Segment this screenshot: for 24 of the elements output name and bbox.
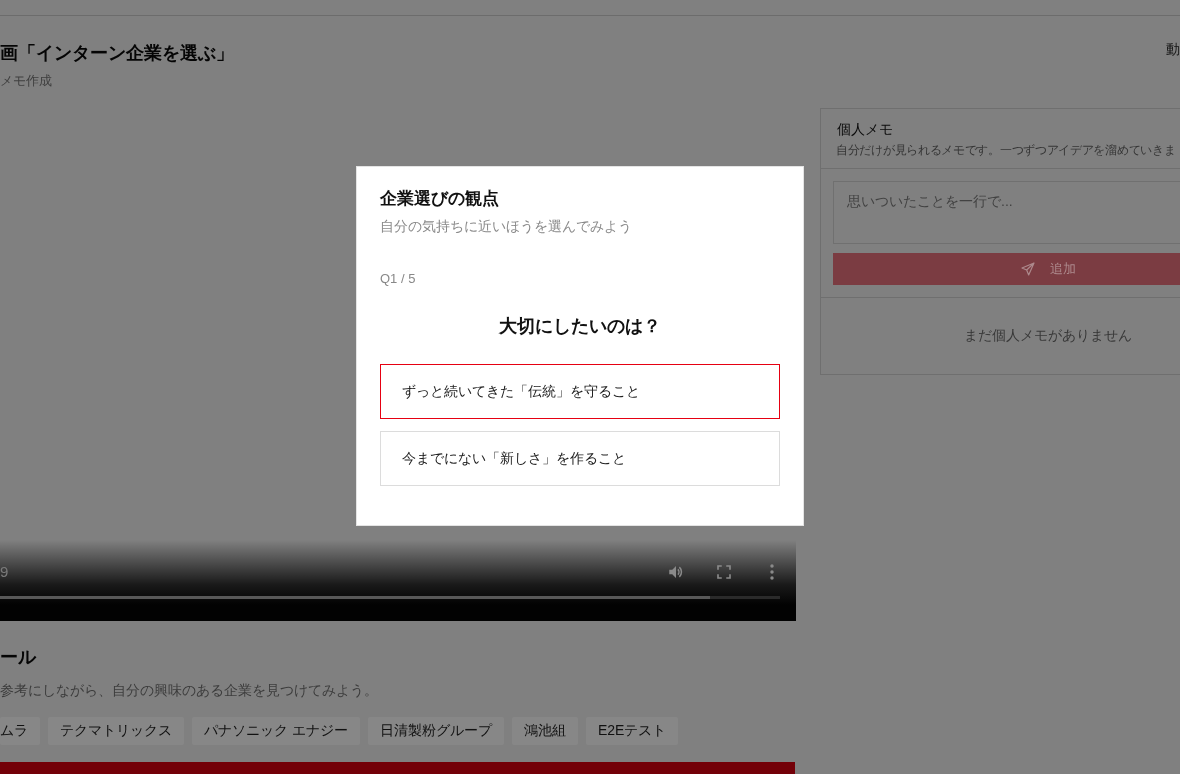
dialog-title: 企業選びの観点 — [380, 188, 500, 210]
memo-description: 自分だけが見られるメモです。一つずつアイデアを溜めていきま — [836, 142, 1176, 158]
header-link[interactable]: 動 — [1166, 39, 1180, 59]
section-heading: ール — [0, 646, 38, 669]
question-text: 大切にしたいのは？ — [498, 315, 662, 338]
dialog-subtitle: 自分の気持ちに近いほうを選んでみよう — [380, 217, 633, 236]
company-chip[interactable]: テクマトリックス — [48, 717, 184, 745]
company-chip[interactable]: E2Eテスト — [585, 717, 679, 745]
page-title: 画「インターン企業を選ぶ」 — [0, 42, 234, 65]
question-counter: Q1 / 5 — [380, 270, 417, 288]
empty-message: まだ個人メモがありません — [964, 326, 1132, 345]
section-description: 参考にしながら、自分の興味のある企業を見つけてみよう。 — [0, 681, 379, 700]
company-chip[interactable]: 日清製粉グループ — [367, 717, 504, 745]
memo-input[interactable]: 思いついたことを一行で... — [833, 181, 1180, 244]
video-time: 9 — [0, 562, 10, 582]
company-chip[interactable]: ムラ — [0, 717, 40, 745]
company-chip[interactable]: 鴻池組 — [511, 717, 578, 745]
answer-option[interactable]: ずっと続いてきた「伝統」を守ること — [380, 364, 780, 419]
answer-option[interactable]: 今までにない「新しさ」を作ること — [380, 431, 780, 486]
company-chip[interactable]: パナソニック エナジー — [192, 717, 360, 745]
more-icon[interactable] — [769, 563, 775, 581]
memo-title: 個人メモ — [836, 120, 893, 139]
page-subtitle: メモ作成 — [0, 72, 53, 90]
fullscreen-icon[interactable] — [715, 563, 733, 581]
